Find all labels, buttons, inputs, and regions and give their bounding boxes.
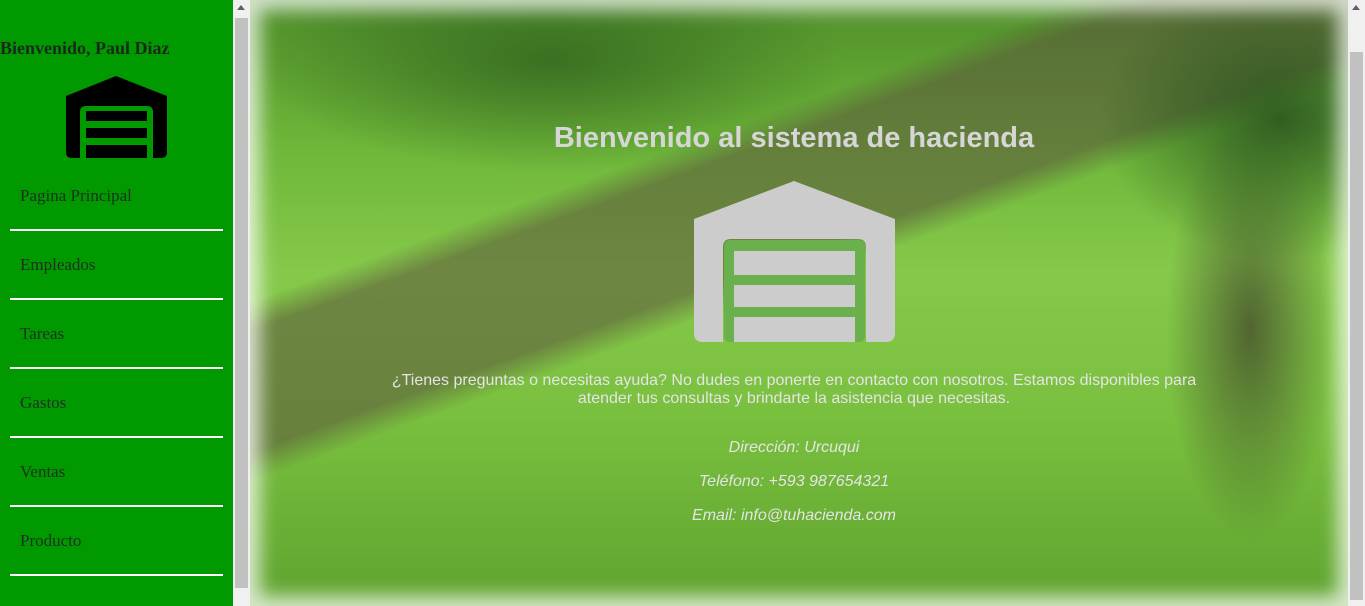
main-content: Bienvenido al sistema de hacienda ¿Tiene… [250, 0, 1348, 606]
nav-item-tareas[interactable]: Tareas [10, 300, 223, 369]
page-title: Bienvenido al sistema de hacienda [553, 122, 1035, 154]
nav-item-empleados[interactable]: Empleados [10, 231, 223, 300]
nav-item-pagina-principal[interactable]: Pagina Principal [10, 162, 223, 231]
warehouse-icon [66, 76, 167, 158]
warehouse-icon [694, 181, 895, 342]
scroll-up-arrow-icon[interactable] [237, 5, 245, 10]
nav-item-label: Ventas [20, 462, 66, 481]
nav-item-label: Empleados [20, 255, 96, 274]
welcome-title: Bienvenido, Paul Diaz [0, 38, 170, 58]
nav-item-label: Tareas [20, 324, 65, 343]
contact-phone: Teléfono: +593 987654321 [698, 473, 890, 490]
scrollbar-thumb[interactable] [235, 18, 248, 588]
nav-item-label: Gastos [20, 393, 67, 412]
nav-item-producto[interactable]: Producto [10, 507, 223, 576]
page-scrollbar[interactable] [1348, 0, 1365, 606]
nav-item-label: Producto [20, 531, 82, 550]
scroll-up-arrow-icon[interactable] [1352, 5, 1360, 10]
scrollbar-thumb[interactable] [1350, 52, 1363, 600]
contact-address: Dirección: Urcuqui [728, 439, 860, 456]
contact-email: Email: info@tuhacienda.com [692, 507, 896, 524]
nav-item-label: Pagina Principal [20, 186, 132, 205]
sidebar-scrollbar[interactable] [233, 0, 250, 606]
sidebar: Bienvenido, Paul Diaz Pagina Principal E… [0, 0, 233, 606]
nav-item-ventas[interactable]: Ventas [10, 438, 223, 507]
nav-item-gastos[interactable]: Gastos [10, 369, 223, 438]
help-text: ¿Tienes preguntas o necesitas ayuda? No … [391, 372, 1197, 407]
nav-menu: Pagina Principal Empleados Tareas Gastos… [10, 162, 223, 576]
